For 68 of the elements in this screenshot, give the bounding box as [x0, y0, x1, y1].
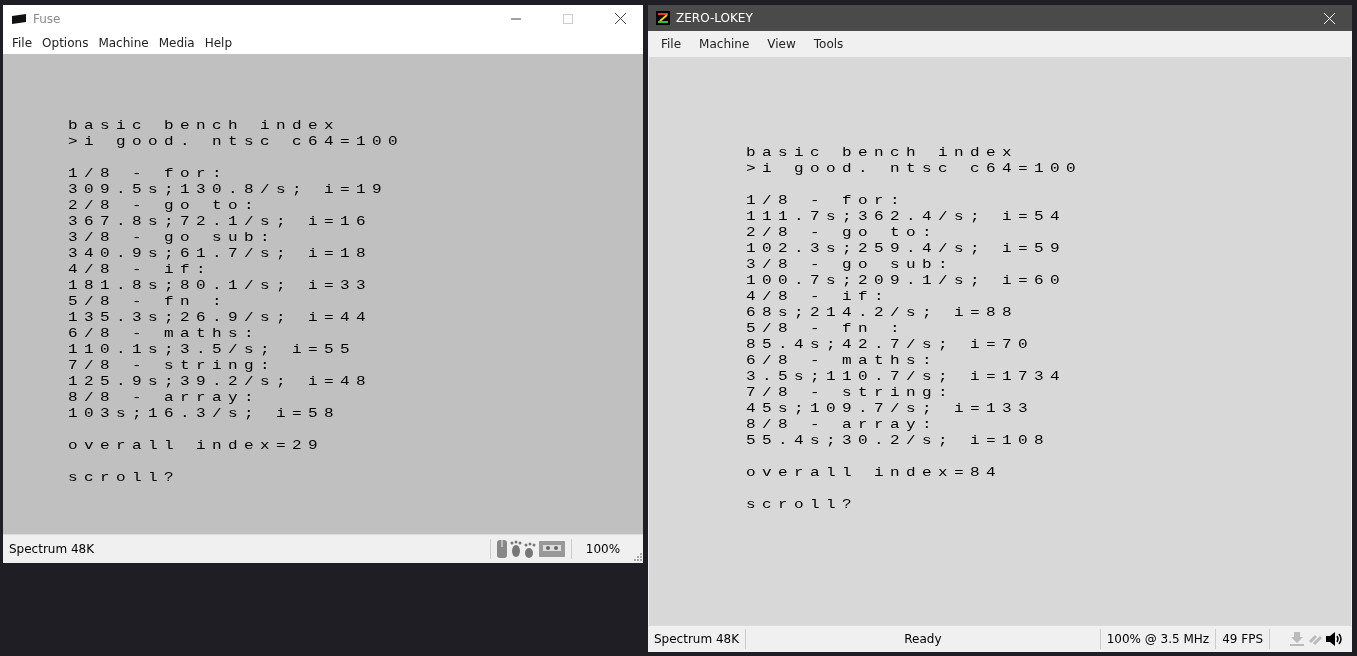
screen-text-line: 110.1s;3.5/s; i=55: [68, 343, 358, 357]
screen-text-line: scroll?: [68, 471, 181, 485]
screen-text-line: 102.3s;259.4/s; i=59: [746, 242, 1068, 256]
menu-item[interactable]: File: [7, 36, 38, 50]
screen-text-line: 7/8 - string:: [68, 359, 278, 373]
menu-item[interactable]: Help: [199, 36, 238, 50]
screen-text-line: 340.9s;61.7/s; i=18: [68, 247, 374, 261]
speaker-icon: [1326, 631, 1344, 647]
menu-item[interactable]: Machine: [93, 36, 154, 50]
screen-text-line: 45s;109.7/s; i=133: [746, 402, 1036, 416]
screen-text-line: 85.4s;42.7/s; i=70: [746, 338, 1036, 352]
machine-label: Spectrum 48K: [653, 632, 741, 646]
screen-text-line: 3/8 - go sub:: [746, 258, 956, 272]
resize-grip-icon: [634, 553, 642, 561]
screen-text-line: 5/8 - fn :: [746, 322, 907, 336]
app-icon: [11, 13, 27, 24]
screen-text-line: 6/8 - maths:: [68, 327, 262, 341]
screen-text-line: 181.8s;80.1/s; i=33: [68, 279, 374, 293]
screen-text-line: basic bench index: [746, 146, 1020, 160]
screen-text-line: 111.7s;362.4/s; i=54: [746, 210, 1068, 224]
screen-text-line: 1/8 - for:: [746, 194, 907, 208]
screen-text-line: 3.5s;110.7/s; i=1734: [746, 370, 1068, 384]
menu-item[interactable]: Tools: [808, 37, 849, 51]
screen-text-line: 2/8 - go to:: [746, 226, 940, 240]
window-title: Fuse: [33, 11, 62, 26]
screen-text-line: 103s;16.3/s; i=58: [68, 407, 342, 421]
screen-text-line: 125.9s;39.2/s; i=48: [68, 375, 374, 389]
screen-text-line: overall index=84: [746, 466, 1004, 480]
cassette-icon: [539, 541, 565, 557]
machine-label: Spectrum 48K: [8, 542, 96, 556]
menu-item[interactable]: Options: [37, 36, 94, 50]
menu-item[interactable]: File: [656, 37, 687, 51]
screen-text-line: 68s;214.2/s; i=88: [746, 306, 1020, 320]
close-icon: [614, 13, 626, 24]
status-text: Ready: [903, 632, 943, 646]
screen-text-line: 4/8 - if:: [68, 263, 213, 277]
screen-text-line: basic bench index: [68, 119, 342, 133]
app-logo-icon: [656, 11, 670, 25]
speed-label: 100% @ 3.5 MHz: [1105, 632, 1211, 646]
screen-text-line: scroll?: [746, 498, 859, 512]
download-icon: [1290, 632, 1304, 646]
maximize-icon: [563, 13, 573, 24]
screen-text-line: 6/8 - maths:: [746, 354, 940, 368]
screen-text-line: 4/8 - if:: [746, 290, 891, 304]
screen-text-line: 3/8 - go sub:: [68, 231, 278, 245]
zoom-level: 100%: [584, 542, 622, 556]
footprints-icon: [510, 540, 536, 558]
screen-text-line: 2/8 - go to:: [68, 199, 262, 213]
screen-text-line: 5/8 - fn :: [68, 295, 229, 309]
menu-item[interactable]: Machine: [694, 37, 755, 51]
screen-text-line: 367.8s;72.1/s; i=16: [68, 215, 374, 229]
screen-text-line: >i good. ntsc c64=100: [746, 162, 1084, 176]
screen-text-line: 309.5s;130.8/s; i=19: [68, 183, 390, 197]
menu-item[interactable]: View: [762, 37, 801, 51]
screen-text-line: overall index=29: [68, 439, 326, 453]
screen-text-line: >i good. ntsc c64=100: [68, 135, 406, 149]
menu-item[interactable]: Media: [153, 36, 200, 50]
screen-text-line: 1/8 - for:: [68, 167, 229, 181]
screen-text-line: 100.7s;209.1/s; i=60: [746, 274, 1068, 288]
screen-text-line: 8/8 - array:: [746, 418, 940, 432]
screen-text-line: 7/8 - string:: [746, 386, 956, 400]
screen-text-line: 8/8 - array:: [68, 391, 262, 405]
fps-label: 49 FPS: [1221, 632, 1264, 646]
close-icon: [1323, 12, 1335, 24]
window-title: ZERO-LOKEY: [676, 11, 754, 25]
screen-text-line: 135.3s;26.9/s; i=44: [68, 311, 374, 325]
mouse-icon: [497, 540, 507, 558]
screen-text-line: 55.4s;30.2/s; i=108: [746, 434, 1052, 448]
